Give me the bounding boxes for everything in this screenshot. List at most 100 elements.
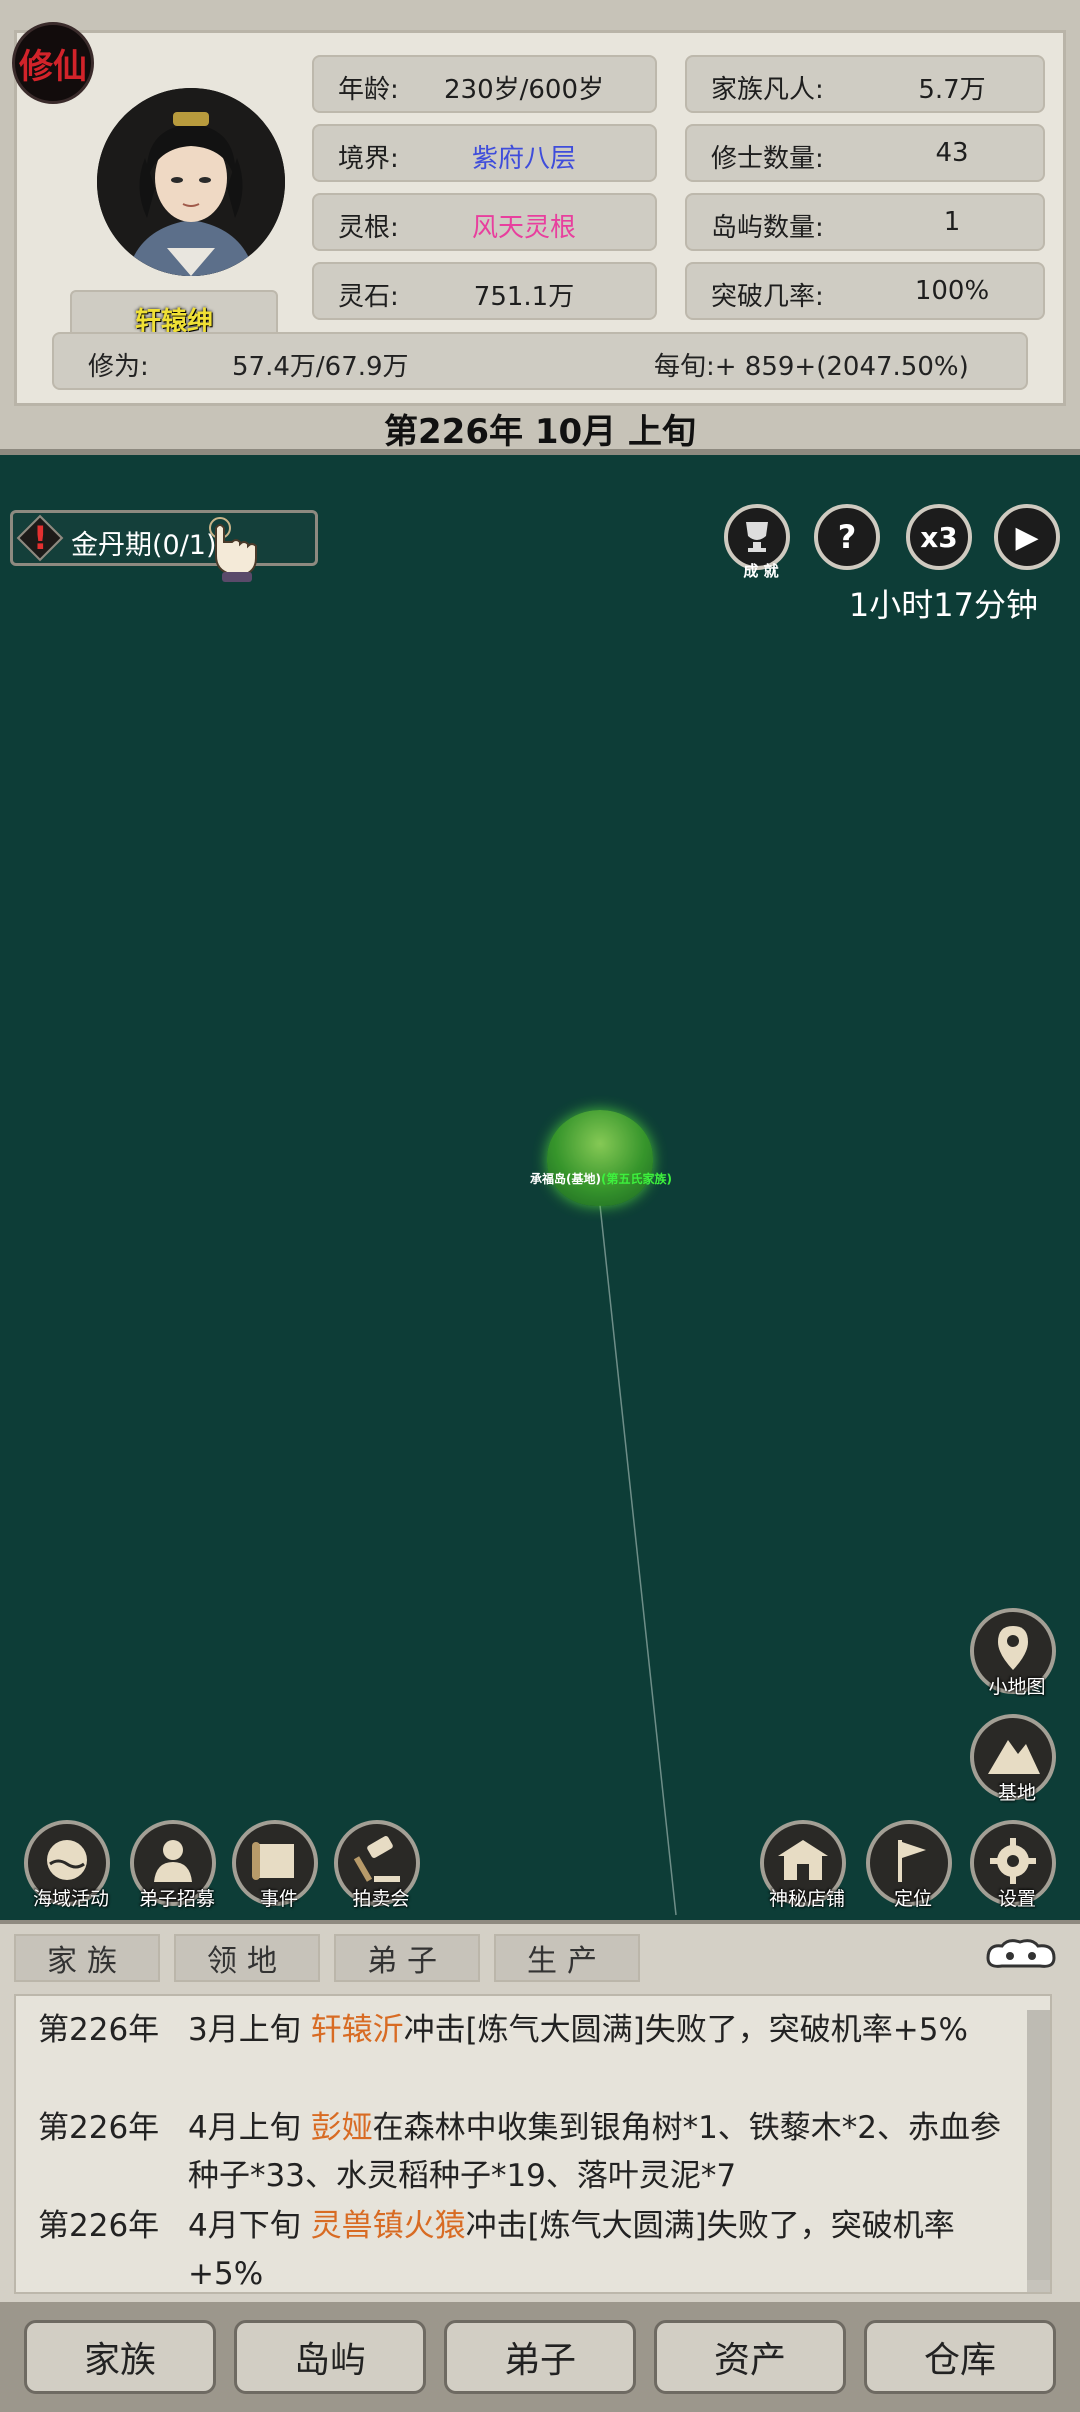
quest-tracker[interactable]: ! 金丹期(0/1) (10, 510, 318, 566)
island-name: 承福岛(基地) (530, 1172, 601, 1186)
log-tab-production[interactable]: 生产 (494, 1934, 640, 1982)
stat-islands: 岛屿数量: 1 (685, 193, 1045, 251)
stat-breakthrough-label: 突破几率: (711, 282, 824, 312)
stat-realm: 境界: 紫府八层 (312, 124, 657, 182)
stat-mortals-value: 5.7万 (918, 75, 986, 105)
settings-label: 设置 (997, 1888, 1036, 1910)
minimap-button[interactable]: 小地图 (970, 1608, 1056, 1698)
log-options-icon[interactable] (982, 1936, 1060, 1974)
nav-warehouse-button[interactable]: 仓库 (864, 2320, 1056, 2394)
stat-realm-value: 紫府八层 (471, 144, 576, 174)
nav-warehouse-label: 仓库 (923, 2340, 996, 2381)
stat-cultivators-label: 修士数量: (711, 144, 824, 174)
nav-islands-label: 岛屿 (293, 2340, 366, 2381)
home-island[interactable] (547, 1110, 653, 1206)
nav-assets-button[interactable]: 资产 (654, 2320, 846, 2394)
log-entry-year: 第226年 (38, 2012, 160, 2048)
log-tab-family[interactable]: 家族 (14, 1934, 160, 1982)
log-entry-time: 4月下旬 (188, 2208, 311, 2244)
stat-cultivators: 修士数量: 43 (685, 124, 1045, 182)
locate-button[interactable]: 定位 (866, 1820, 952, 1910)
log-entry-time: 3月上旬 (188, 2012, 311, 2048)
nav-disciples-button[interactable]: 弟子 (444, 2320, 636, 2394)
per-period-gain: 每旬:+ 859+(2047.50%) (654, 352, 969, 382)
log-tab-family-label: 家族 (47, 1944, 127, 1979)
log-scrollbar[interactable] (1027, 2010, 1050, 2292)
trophy-icon (746, 522, 768, 552)
log-entry-year: 第226年 (38, 2208, 160, 2244)
auction-label: 拍卖会 (352, 1888, 410, 1910)
remaining-time: 1小时17分钟 (848, 586, 1038, 624)
stat-spirit-root-value: 风天灵根 (471, 213, 576, 243)
island-family: (第五氏家族) (600, 1172, 672, 1186)
event-log-panel: 家族 领地 弟子 生产 第226年 3月上旬 轩辕沂冲击[炼气大圆满]失败了，突… (0, 1920, 1080, 2302)
disciple-recruit-button[interactable]: 弟子招募 (130, 1820, 216, 1910)
stat-spirit-stones: 灵石: 751.1万 (312, 262, 657, 320)
stat-cultivators-value: 43 (935, 138, 969, 168)
log-tab-disciples[interactable]: 弟子 (334, 1934, 480, 1982)
achievement-label: 成 就 (743, 562, 779, 580)
play-button[interactable]: ▶ (994, 504, 1060, 570)
cultivation-value: 57.4万/67.9万 (232, 352, 409, 382)
question-icon: ? (837, 518, 857, 556)
log-entry-name[interactable]: 彭娅 (311, 2110, 373, 2146)
exclamation-icon: ! (33, 519, 48, 557)
log-entry-time: 4月上旬 (188, 2110, 311, 2146)
play-icon: ▶ (1015, 519, 1039, 555)
nav-islands-button[interactable]: 岛屿 (234, 2320, 426, 2394)
log-list[interactable]: 第226年 3月上旬 轩辕沂冲击[炼气大圆满]失败了，突破机率+5% 第226年… (14, 1994, 1052, 2294)
log-entry-name[interactable]: 轩辕沂 (311, 2012, 404, 2048)
auction-button[interactable]: 拍卖会 (334, 1820, 420, 1910)
stat-breakthrough-value: 100% (914, 276, 990, 306)
log-entry-year: 第226年 (38, 2110, 160, 2146)
stat-breakthrough: 突破几率: 100% (685, 262, 1045, 320)
log-tab-territory-label: 领地 (207, 1944, 287, 1979)
minimap-label: 小地图 (988, 1676, 1046, 1698)
log-entry-detail: 冲击[炼气大圆满]失败了，突破机率+5% (403, 2012, 968, 2048)
sea-activity-button[interactable]: 海域活动 (24, 1820, 110, 1910)
cultivation-bar: 修为: 57.4万/67.9万 每旬:+ 859+(2047.50%) (52, 332, 1028, 390)
character-portrait[interactable] (97, 88, 285, 276)
stat-spirit-stones-value: 751.1万 (473, 282, 575, 312)
settings-button[interactable]: 设置 (970, 1820, 1056, 1910)
log-tab-disciples-label: 弟子 (367, 1944, 447, 1979)
island-label: 承福岛(基地)(第五氏家族) (530, 1170, 672, 1187)
log-scrollbar-thumb[interactable] (1027, 2010, 1050, 2280)
mystery-shop-button[interactable]: 神秘店铺 (760, 1820, 846, 1910)
base-button[interactable]: 基地 (970, 1714, 1056, 1804)
stat-spirit-root: 灵根: 风天灵根 (312, 193, 657, 251)
events-button[interactable]: 事件 (232, 1820, 318, 1910)
base-label: 基地 (997, 1782, 1036, 1804)
stat-realm-label: 境界: (338, 144, 399, 174)
nav-family-button[interactable]: 家族 (24, 2320, 216, 2394)
stat-spirit-stones-label: 灵石: (338, 282, 399, 312)
xiuxian-badge: 修仙 (12, 22, 94, 104)
character-info-panel: 轩辕绅 年龄: 230岁/600岁 境界: 紫府八层 灵根: 风天灵根 灵石: … (0, 0, 1080, 455)
nav-family-label: 家族 (83, 2340, 156, 2381)
nav-assets-label: 资产 (713, 2340, 786, 2381)
speed-button[interactable]: x3 (906, 504, 972, 570)
log-entry-text: 3月上旬 轩辕沂冲击[炼气大圆满]失败了，突破机率+5% (188, 2006, 1028, 2054)
stat-age: 年龄: 230岁/600岁 (312, 55, 657, 113)
log-entry-text: 4月下旬 灵兽镇火猿冲击[炼气大圆满]失败了，突破机率+5% (188, 2202, 1028, 2292)
stat-islands-value: 1 (943, 207, 961, 237)
log-entry-text: 4月上旬 彭娅在森林中收集到银角树*1、铁藜木*2、赤血参种子*33、水灵稻种子… (188, 2104, 1028, 2200)
log-tab-territory[interactable]: 领地 (174, 1934, 320, 1982)
speed-label: x3 (920, 520, 958, 554)
nav-disciples-label: 弟子 (503, 2340, 576, 2381)
pointing-hand-icon (208, 516, 260, 584)
stat-mortals-label: 家族凡人: (711, 75, 824, 105)
game-date: 第226年 10月 上旬 (384, 412, 696, 452)
stat-islands-label: 岛屿数量: (711, 213, 824, 243)
achievement-button[interactable]: 成 就 (724, 504, 790, 580)
quest-label: 金丹期(0/1) (71, 530, 217, 561)
cultivation-label: 修为: (88, 352, 149, 382)
log-tab-production-label: 生产 (527, 1944, 607, 1979)
stat-mortals: 家族凡人: 5.7万 (685, 55, 1045, 113)
stat-spirit-root-label: 灵根: (338, 213, 399, 243)
stat-age-label: 年龄: (338, 75, 399, 105)
help-button[interactable]: ? (814, 504, 880, 570)
log-entry-name[interactable]: 灵兽镇火猿 (311, 2208, 466, 2244)
bottom-navigation: 家族 岛屿 弟子 资产 仓库 (0, 2302, 1080, 2412)
stat-age-value: 230岁/600岁 (443, 75, 604, 105)
